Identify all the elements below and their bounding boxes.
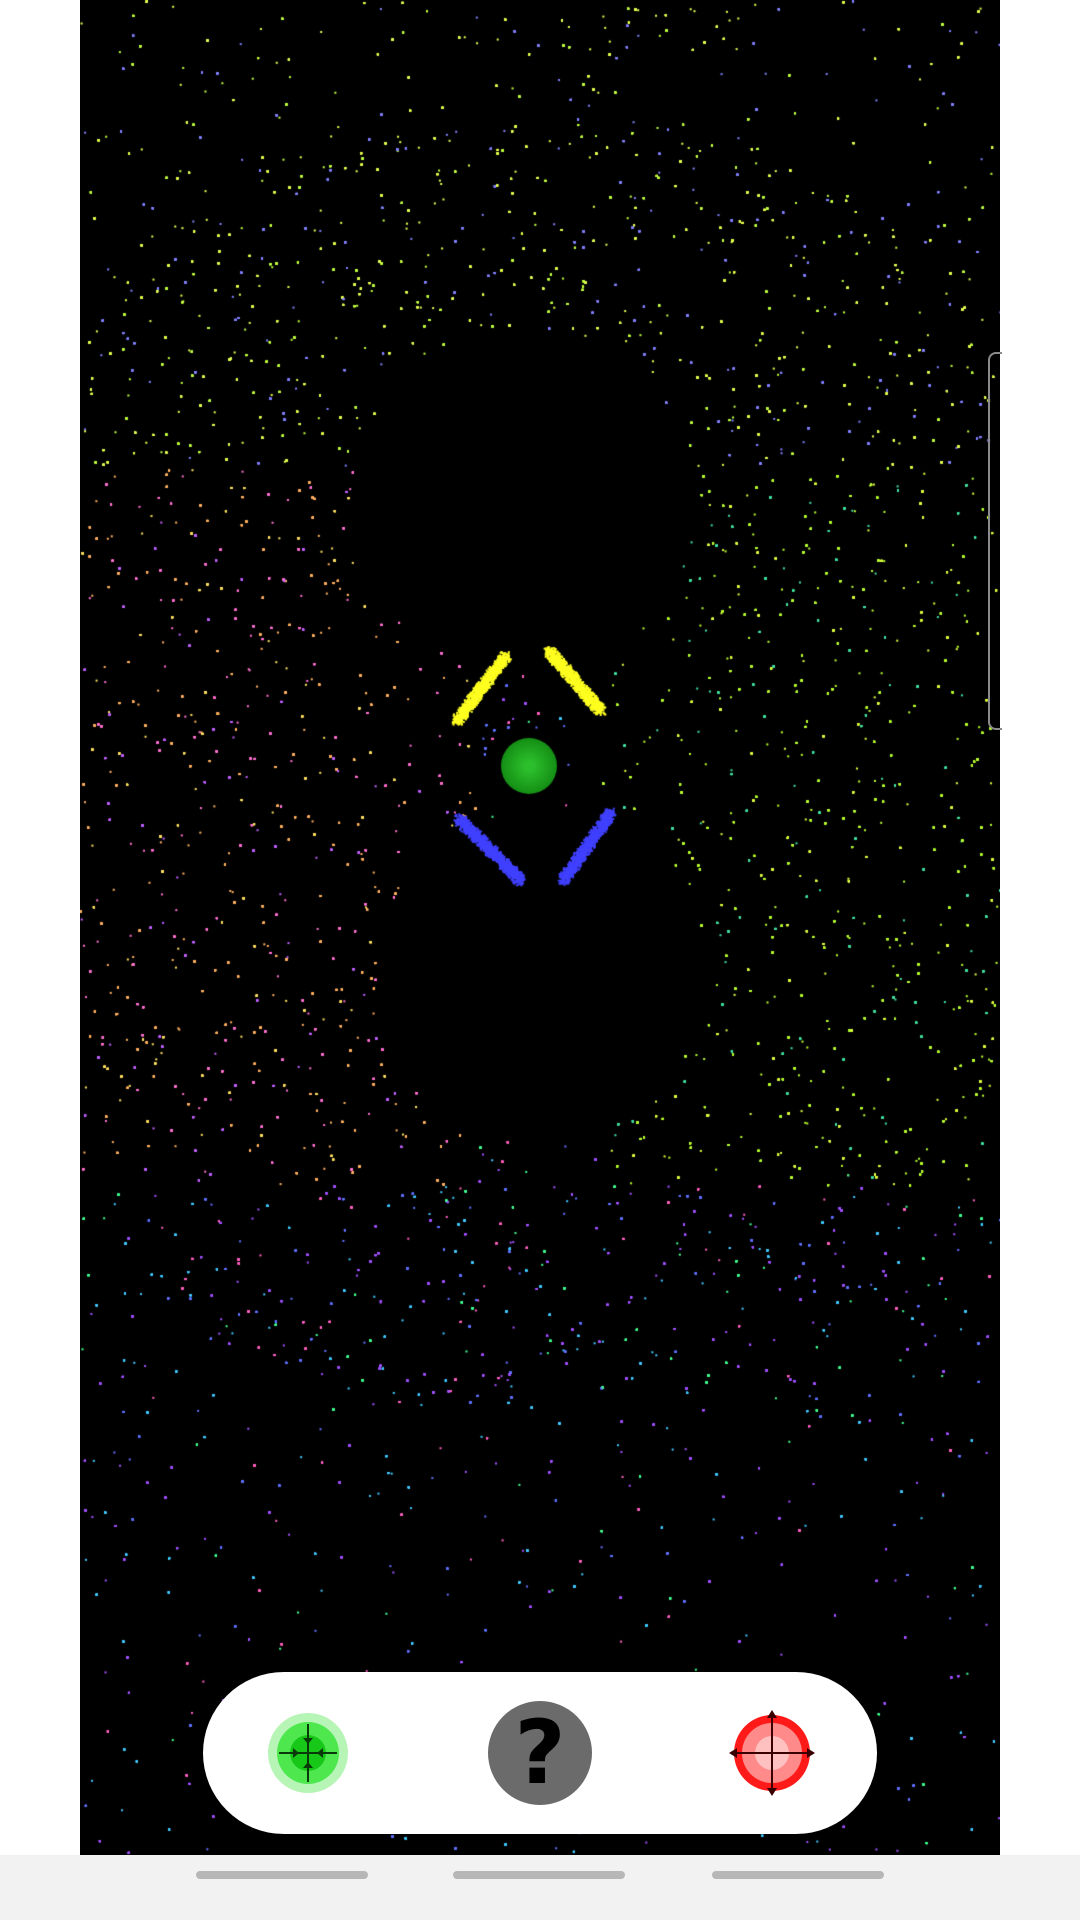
bottom-toolbar: ? <box>203 1672 877 1834</box>
repeller-button[interactable] <box>719 1700 825 1806</box>
side-drawer-handle[interactable] <box>988 352 1002 730</box>
system-navigation-bar <box>0 1855 1080 1920</box>
nav-gesture-pill-left[interactable] <box>196 1871 368 1879</box>
question-mark-icon: ? <box>514 1701 566 1804</box>
app-screen: ? <box>0 0 1080 1920</box>
green-attractor-target-icon <box>268 1713 348 1793</box>
nav-gesture-pill-right[interactable] <box>712 1871 884 1879</box>
particle-simulation-canvas[interactable] <box>80 0 1000 1855</box>
nav-gesture-pill-home[interactable] <box>453 1871 625 1879</box>
red-repeller-target-icon <box>729 1710 815 1796</box>
attractor-button[interactable] <box>255 1700 361 1806</box>
help-button[interactable]: ? <box>487 1700 593 1806</box>
